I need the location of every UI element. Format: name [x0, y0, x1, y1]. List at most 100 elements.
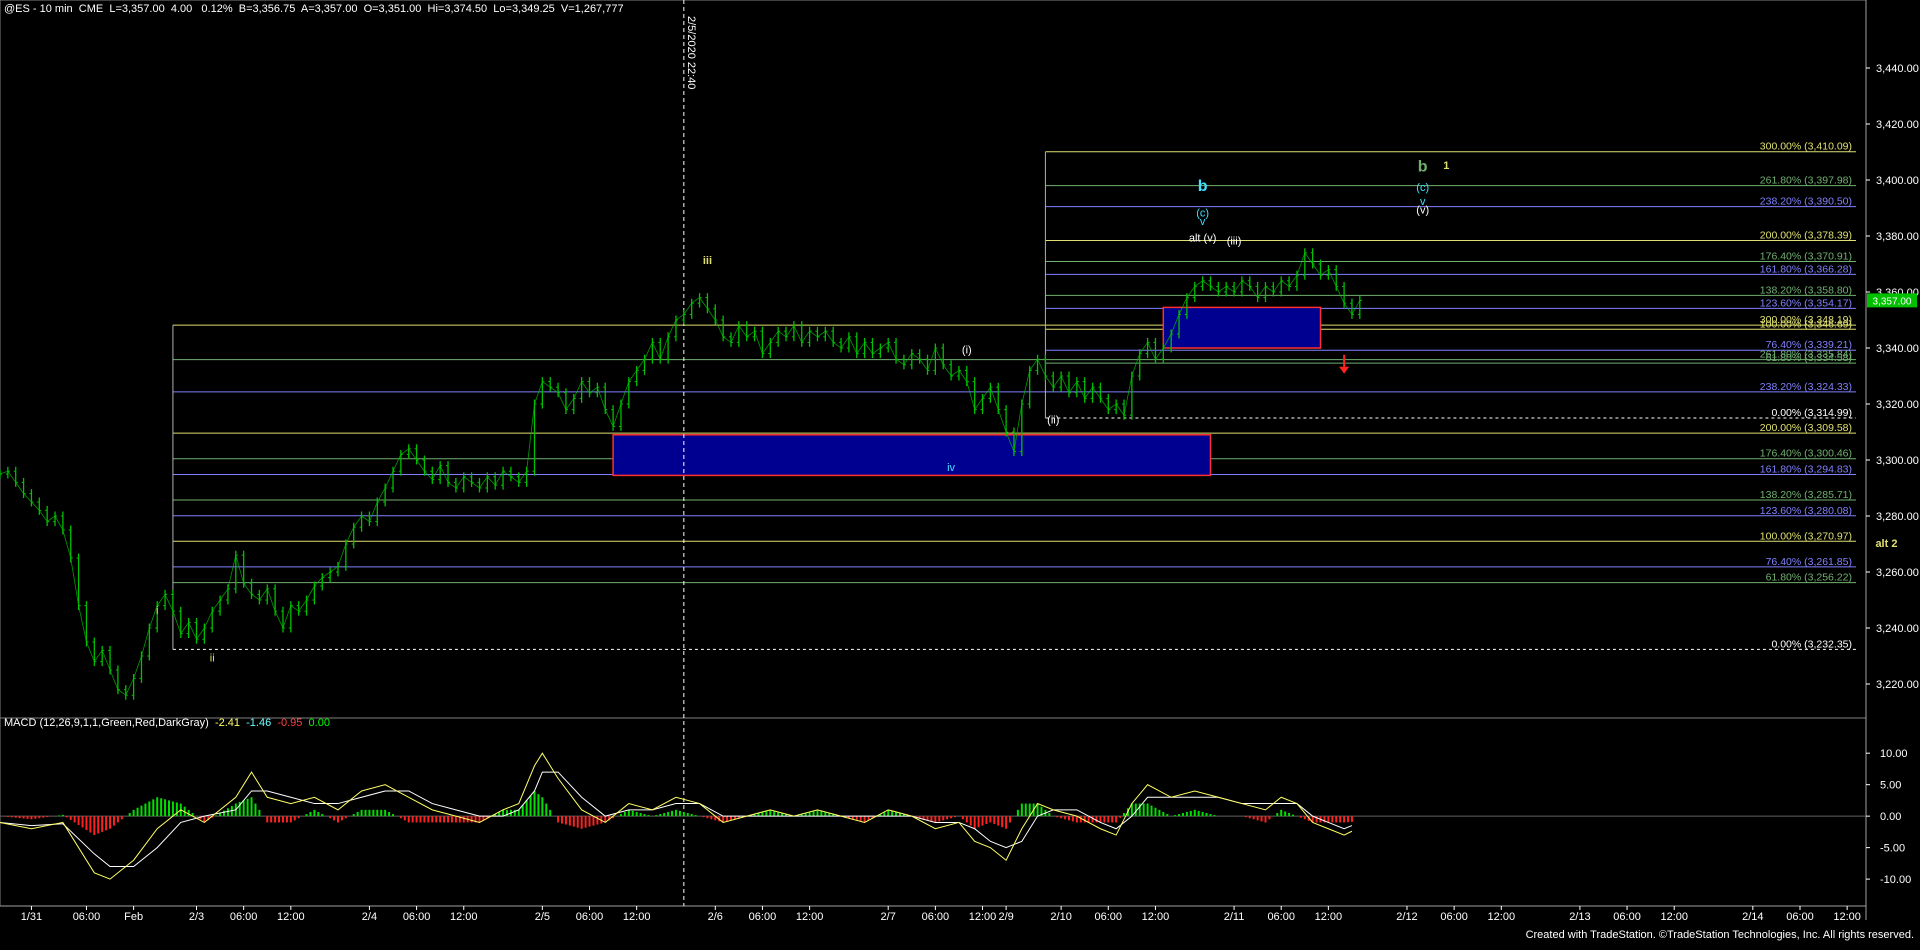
x-tick-label: 2/3: [189, 911, 204, 923]
x-tick-label: 2/10: [1050, 911, 1071, 923]
price-y-tick-label: 3,220.00: [1876, 679, 1919, 691]
change-value: 4.00: [170, 3, 193, 15]
fib-level-label: 123.60% (3,280.08): [1760, 505, 1852, 517]
wave-label: (c): [1416, 182, 1429, 194]
wave-label: alt (v): [1189, 233, 1217, 245]
macd-signal-line: [0, 771, 1353, 868]
x-tick-label: 12:00: [1488, 911, 1516, 923]
fib-level-label: 238.20% (3,324.33): [1760, 381, 1852, 393]
fib-level-label: 100.00% (3,270.97): [1760, 530, 1852, 542]
x-tick-label: 06:00: [922, 911, 950, 923]
fib-level-label: 238.20% (3,390.50): [1760, 196, 1852, 208]
signal-value: -1.46: [246, 717, 272, 729]
x-tick-label: 2/14: [1742, 911, 1763, 923]
x-tick-label: 2/9: [998, 911, 1013, 923]
chart-svg: 3,220.00 3,240.00 3,260.00 3,280.00 3,300.00…: [0, 0, 1919, 923]
wave-label: i: [156, 605, 158, 617]
fib-level-label: 0.00% (3,314.99): [1771, 407, 1852, 419]
x-tick-label: 12:00: [450, 911, 478, 923]
macd-y-tick-label: -5.00: [1880, 843, 1905, 855]
ask-value: A=3,357.00: [300, 3, 358, 15]
fib-level-label: 161.80% (3,366.28): [1760, 263, 1852, 275]
fib-level-label: 123.60% (3,354.17): [1760, 297, 1852, 309]
x-tick-label: 06:00: [749, 911, 777, 923]
wave-label: (c): [1196, 207, 1209, 219]
target-box: [612, 434, 1212, 477]
x-tick-label: 06:00: [73, 911, 101, 923]
wave-label: 1: [1443, 160, 1449, 172]
fib-level-label: 200.00% (3,309.58): [1760, 422, 1852, 434]
last-price: L=3,357.00: [109, 3, 165, 15]
x-tick-label: 2/6: [708, 911, 723, 923]
fib-level-label: 176.40% (3,370.91): [1760, 250, 1852, 262]
x-tick-label: 2/4: [362, 911, 377, 923]
price-y-tick-label: 3,280.00: [1876, 511, 1919, 523]
fib-level-label: 61.80% (3,334.58): [1766, 352, 1852, 364]
wave-label: (iii): [1227, 235, 1242, 247]
x-tick-label: 06:00: [1267, 911, 1295, 923]
wave-label: (ii): [1047, 415, 1059, 427]
x-tick-label: 2/5: [535, 911, 550, 923]
wave-label: b: [1198, 178, 1208, 195]
down-arrow-icon: [1339, 366, 1350, 374]
x-tick-label: 2/11: [1224, 911, 1245, 923]
price-y-tick-label: 3,340.00: [1876, 343, 1919, 355]
fib-level-label: 161.80% (3,294.83): [1760, 463, 1852, 475]
x-tick-label: 06:00: [1613, 911, 1641, 923]
x-tick-label: 12:00: [623, 911, 651, 923]
fib-level-label: 76.40% (3,261.85): [1766, 556, 1852, 568]
macd-pane-border: [0, 717, 1867, 907]
x-tick-label: 1/31: [21, 911, 42, 923]
fib-level-label: 0.00% (3,232.35): [1771, 638, 1852, 650]
macd-value: -2.41: [214, 717, 241, 729]
zero-value: 0.00: [308, 717, 330, 729]
x-tick-label: 06:00: [1095, 911, 1123, 923]
cursor-time-label: 2/5/2020 22:40: [685, 16, 697, 89]
wave-label: ii: [210, 653, 215, 665]
low-value: Lo=3,349.25: [493, 3, 555, 15]
fib-level-label: 100.00% (3,346.69): [1760, 318, 1852, 330]
wave-label: (i): [962, 345, 972, 357]
price-y-tick-label: 3,240.00: [1876, 623, 1919, 635]
x-tick-label: 06:00: [576, 911, 604, 923]
x-tick-label: 12:00: [1660, 911, 1688, 923]
x-tick-label: 06:00: [403, 911, 431, 923]
wave-label: alt 2: [1875, 538, 1897, 550]
x-tick-label: 12:00: [277, 911, 305, 923]
macd-header: MACD (12,26,9,1,1,Green,Red,DarkGray) -2…: [4, 717, 330, 729]
x-tick-label: 2/13: [1569, 911, 1590, 923]
fib-level-label: 61.80% (3,256.22): [1766, 572, 1852, 584]
open-value: O=3,351.00: [363, 3, 422, 15]
x-tick-label: 12:00: [1142, 911, 1170, 923]
x-tick-label: 12:00: [1833, 911, 1861, 923]
macd-y-tick-label: 5.00: [1880, 780, 1901, 792]
wave-label: b: [1418, 159, 1428, 176]
fib-level-label: 138.20% (3,285.71): [1760, 489, 1852, 501]
price-pane-border: [0, 0, 1867, 719]
wave-label: (v): [1416, 205, 1429, 217]
wave-label: iv: [947, 462, 955, 474]
macd-title: MACD (12,26,9,1,1,Green,Red,DarkGray): [4, 717, 209, 729]
hist-value: -0.95: [277, 717, 303, 729]
x-tick-label: 12:00: [969, 911, 997, 923]
price-y-tick-label: 3,380.00: [1876, 231, 1919, 243]
macd-y-tick-label: 10.00: [1880, 748, 1908, 760]
macd-y-tick-label: -10.00: [1880, 874, 1911, 886]
high-value: Hi=3,374.50: [427, 3, 488, 15]
footer-copyright: Created with TradeStation. ©TradeStation…: [1525, 929, 1914, 941]
fib-level-label: 300.00% (3,410.09): [1760, 141, 1852, 153]
x-tick-label: 06:00: [1786, 911, 1814, 923]
last-price-tag: 3,357.00: [1873, 296, 1912, 307]
volume-value: V=1,267,777: [560, 3, 624, 15]
x-tick-label: 06:00: [230, 911, 258, 923]
x-tick-label: 12:00: [1315, 911, 1343, 923]
fib-level-label: 200.00% (3,378.39): [1760, 230, 1852, 242]
price-y-tick-label: 3,400.00: [1876, 175, 1919, 187]
price-y-tick-label: 3,420.00: [1876, 119, 1919, 131]
price-y-tick-label: 3,440.00: [1876, 63, 1919, 75]
fib-level-label: 138.20% (3,358.80): [1760, 284, 1852, 296]
x-tick-label: 12:00: [796, 911, 824, 923]
price-y-tick-label: 3,320.00: [1876, 399, 1919, 411]
chart-area: 3,220.00 3,240.00 3,260.00 3,280.00 3,300.00…: [0, 0, 1920, 945]
macd-y-tick-label: 0.00: [1880, 811, 1901, 823]
